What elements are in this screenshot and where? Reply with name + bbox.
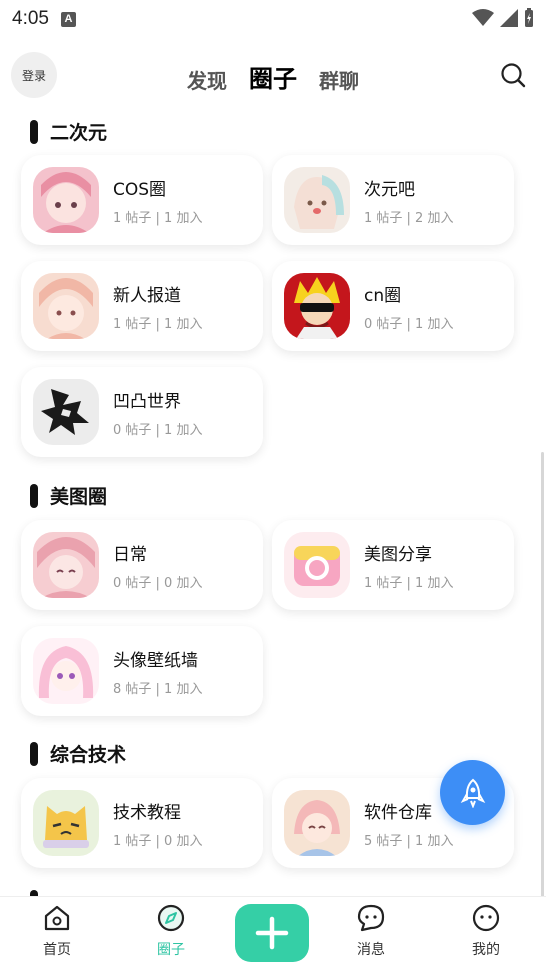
circle-name: 技术教程 (113, 803, 181, 823)
circle-stats: 0 帖子 | 1 加入 (113, 423, 203, 438)
circle-stats: 0 帖子 | 1 加入 (364, 317, 454, 332)
nav-profile[interactable]: 我的 (446, 903, 526, 959)
profile-icon (472, 904, 500, 932)
circle-card-avatar-wall[interactable]: 头像壁纸墙 8 帖子 | 1 加入 (21, 626, 263, 716)
bottom-nav: 首页 圈子 消息 我的 (0, 896, 546, 970)
tab-group-chat[interactable]: 群聊 (319, 65, 359, 94)
circle-name: COS圈 (113, 180, 167, 200)
rocket-icon (460, 778, 485, 808)
rocket-fab-button[interactable] (440, 760, 505, 825)
nav-label: 首页 (43, 942, 71, 958)
section-bar (30, 741, 38, 766)
circle-name: 新人报道 (113, 286, 181, 306)
circle-avatar (284, 273, 350, 339)
status-time: 4:05 (12, 8, 49, 29)
circle-stats: 1 帖子 | 1 加入 (113, 317, 203, 332)
circle-card-ciyuan[interactable]: 次元吧 1 帖子 | 2 加入 (272, 155, 514, 245)
circle-stats: 8 帖子 | 1 加入 (113, 682, 203, 697)
signal-icon (500, 9, 518, 27)
tab-discover[interactable]: 发现 (187, 65, 227, 94)
section-bar (30, 483, 38, 508)
circle-avatar (284, 167, 350, 233)
home-icon (44, 905, 70, 931)
nav-label: 消息 (357, 942, 385, 958)
wifi-icon (472, 9, 494, 26)
circle-name: 头像壁纸墙 (113, 651, 198, 671)
section-header: 二次元 (30, 118, 107, 145)
circle-avatar (33, 273, 99, 339)
circle-stats: 0 帖子 | 0 加入 (113, 576, 203, 591)
section-title: 综合技术 (50, 744, 127, 766)
circle-name: 次元吧 (364, 180, 415, 200)
create-post-button[interactable] (235, 904, 309, 962)
compass-icon (157, 904, 185, 932)
top-header: 登录 发现 圈子 群聊 (0, 50, 546, 102)
status-bar: 4:05 A (0, 0, 546, 38)
notification-a-icon: A (60, 11, 76, 27)
top-tabs: 发现 圈子 群聊 (0, 58, 546, 94)
circle-stats: 1 帖子 | 1 加入 (364, 576, 454, 591)
circle-card-daily[interactable]: 日常 0 帖子 | 0 加入 (21, 520, 263, 610)
nav-messages[interactable]: 消息 (331, 903, 411, 959)
circle-name: 凹凸世界 (113, 392, 181, 412)
circle-name: cn圈 (364, 286, 402, 306)
circle-avatar (33, 638, 99, 704)
circle-avatar (284, 532, 350, 598)
status-indicators (472, 8, 534, 28)
nav-label: 我的 (472, 942, 500, 958)
circle-card-cn[interactable]: cn圈 0 帖子 | 1 加入 (272, 261, 514, 351)
circle-card-cos[interactable]: COS圈 1 帖子 | 1 加入 (21, 155, 263, 245)
circle-stats: 1 帖子 | 2 加入 (364, 211, 454, 226)
circle-avatar (33, 790, 99, 856)
section-bar (30, 119, 38, 144)
circle-avatar (33, 167, 99, 233)
nav-home[interactable]: 首页 (17, 903, 97, 959)
circle-avatar (284, 790, 350, 856)
circle-avatar (33, 379, 99, 445)
section-header: 综合技术 (30, 740, 126, 767)
circle-card-photo-share[interactable]: 美图分享 1 帖子 | 1 加入 (272, 520, 514, 610)
circle-stats: 1 帖子 | 1 加入 (113, 211, 203, 226)
circle-name: 日常 (113, 545, 147, 565)
search-icon[interactable] (500, 62, 526, 88)
circle-card-tutorials[interactable]: 技术教程 1 帖子 | 0 加入 (21, 778, 263, 868)
section-title: 二次元 (50, 122, 108, 144)
circle-name: 软件仓库 (364, 803, 432, 823)
message-icon (357, 904, 385, 932)
nav-label: 圈子 (157, 942, 185, 958)
circle-stats: 1 帖子 | 0 加入 (113, 834, 203, 849)
scrollbar[interactable] (541, 452, 544, 908)
plus-icon (255, 916, 289, 950)
circle-card-newcomer[interactable]: 新人报道 1 帖子 | 1 加入 (21, 261, 263, 351)
circle-avatar (33, 532, 99, 598)
circle-card-aotu[interactable]: 凹凸世界 0 帖子 | 1 加入 (21, 367, 263, 457)
battery-icon (525, 8, 533, 27)
nav-circles[interactable]: 圈子 (131, 903, 211, 959)
section-header: 美图圈 (30, 482, 107, 509)
tab-circles[interactable]: 圈子 (249, 59, 297, 94)
section-title: 美图圈 (50, 486, 108, 508)
circle-name: 美图分享 (364, 545, 432, 565)
circle-stats: 5 帖子 | 1 加入 (364, 834, 454, 849)
